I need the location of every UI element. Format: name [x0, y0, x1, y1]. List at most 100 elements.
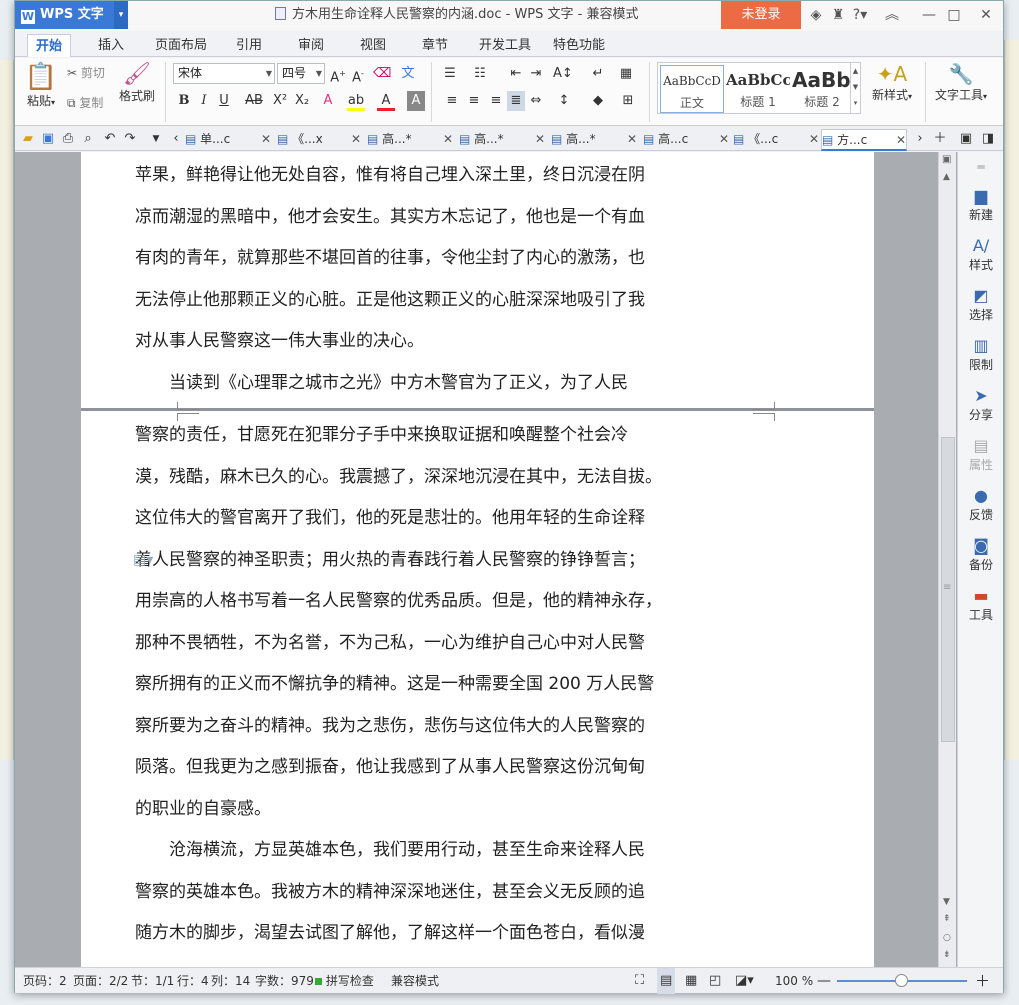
page2-text[interactable]: 警察的责任，甘愿死在犯罪分子手中来换取证据和唤醒整个社会冷 漠，残酷，麻木已久的心… [135, 415, 695, 955]
page1-text[interactable]: 苹果，鲜艳得让他无处自容，惟有将自己埋入深土里，终日沉浸在阴 凉而潮湿的黑暗中，他… [135, 155, 695, 404]
doc-tab-active[interactable]: ▤ 方...c ✕ [821, 129, 907, 151]
side-share[interactable]: ➤ 分享 [958, 386, 1004, 423]
text-line[interactable]: 察所要为之奋斗的精神。我为之悲伤，悲伤与这位伟大的人民警察的 [135, 706, 695, 748]
tab-menu-icon[interactable]: ◨ [979, 129, 997, 149]
qat-dropdown-icon[interactable]: ▼ [147, 129, 165, 149]
clear-format-icon[interactable]: ⌫ [373, 64, 391, 84]
text-line[interactable]: 用崇高的人格书写着一名人民警察的优秀品质。但是，他的精神永存， [135, 581, 695, 623]
align-left-icon[interactable]: ≡ [443, 91, 461, 111]
maximize-button[interactable]: □ [943, 1, 965, 29]
paragraph-handle-icon[interactable]: ▤▾ [133, 552, 153, 568]
justify-icon[interactable]: ≣ [507, 91, 525, 111]
highlight-icon[interactable]: ab [347, 91, 365, 111]
bold-icon[interactable]: B [175, 91, 193, 111]
scroll-up-icon[interactable]: ▲ [943, 172, 950, 182]
text-line[interactable]: 苹果，鲜艳得让他无处自容，惟有将自己埋入深土里，终日沉浸在阴 [135, 155, 695, 197]
web-view-icon[interactable]: ◰ [709, 968, 721, 994]
text-line[interactable]: 那种不畏牺牲，不为名誉，不为己私，一心为维护自己心中对人民警 [135, 623, 695, 665]
undo-icon[interactable]: ↶ [101, 129, 119, 149]
wps-app-menu-button[interactable]: W WPS 文字 ▾ [15, 1, 128, 29]
status-word-count[interactable]: 字数：979 [255, 968, 314, 994]
close-tab-icon[interactable]: ✕ [261, 129, 271, 149]
superscript-icon[interactable]: X² [271, 91, 289, 111]
phonetic-guide-icon[interactable]: 文 [399, 64, 417, 84]
zoom-in-icon[interactable]: ＋ [975, 968, 990, 994]
zoom-out-icon[interactable]: — [817, 968, 831, 994]
border-icon[interactable]: ⊞ [619, 91, 637, 111]
close-tab-icon[interactable]: ✕ [627, 129, 637, 149]
grow-font-icon[interactable]: A+ [329, 64, 347, 85]
paste-button[interactable]: 📋 粘贴▾ [21, 62, 61, 109]
text-line[interactable]: 无法停止他那颗正义的心脏。正是他这颗正义的心脏深深地吸引了我 [135, 280, 695, 322]
text-line[interactable]: 这位伟大的警官离开了我们，他的死是悲壮的。他用年轻的生命诠释 [135, 498, 695, 540]
subscript-icon[interactable]: X₂ [293, 91, 311, 111]
tab-special-features[interactable]: 特色功能 [547, 34, 611, 57]
page-view-icon[interactable]: ▤ [657, 968, 676, 994]
text-effect-icon[interactable]: A [319, 91, 337, 111]
style-heading2[interactable]: AaBb( 标题 2 [792, 65, 852, 113]
new-tab-icon[interactable]: ＋ [931, 129, 949, 149]
fullscreen-icon[interactable]: ⛶ [635, 968, 644, 994]
close-tab-icon[interactable]: ✕ [351, 129, 361, 149]
style-scroll-icon[interactable]: ▲ ▼ ▾ [850, 63, 860, 113]
close-tab-icon[interactable]: ✕ [535, 129, 545, 149]
zoom-level[interactable]: 100 % [775, 968, 813, 994]
split-view-icon[interactable]: ▣ [942, 154, 951, 165]
side-backup[interactable]: ◙ 备份 [958, 536, 1004, 573]
font-color-icon[interactable]: A [377, 91, 395, 111]
next-page-icon[interactable]: ⇟ [943, 950, 951, 960]
panel-collapse-icon[interactable]: ═ [958, 160, 1004, 174]
skin-icon[interactable]: ◈ [805, 1, 827, 29]
text-tools-button[interactable]: 🔧 文字工具▾ [933, 62, 989, 103]
text-line[interactable]: 着人民警察的神圣职责；用火热的青春践行着人民警察的铮铮誓言； [135, 540, 695, 582]
shading-icon[interactable]: ◆ [589, 91, 607, 111]
side-properties[interactable]: ▤ 属性 [958, 436, 1004, 473]
browse-object-icon[interactable]: ○ [943, 933, 951, 943]
font-size-select[interactable]: 四号 ▼ [277, 63, 325, 84]
format-painter-button[interactable]: 🖌 格式刷 [117, 62, 157, 104]
style-heading1[interactable]: AaBbCcI 标题 1 [726, 65, 790, 113]
font-name-select[interactable]: 宋体 ▼ [173, 63, 275, 84]
cut-button[interactable]: ✂ 剪切 [67, 64, 119, 81]
login-button[interactable]: 未登录 [721, 1, 801, 29]
line-spacing-icon[interactable]: ↕ [555, 91, 573, 111]
side-tools[interactable]: ▬ 工具 [958, 586, 1004, 623]
reading-view-icon[interactable]: ◪▾ [735, 968, 754, 994]
new-style-button[interactable]: ✦A 新样式▾ [867, 62, 917, 103]
spell-check-toggle[interactable]: 拼写检查 [315, 968, 374, 994]
tab-view[interactable]: 视图 [351, 34, 395, 57]
tabs-scroll-left-icon[interactable]: ‹ [167, 129, 185, 149]
side-style[interactable]: A/样式 [958, 236, 1004, 273]
show-marks-icon[interactable]: ↵ [589, 64, 607, 84]
increase-indent-icon[interactable]: ⇥ [527, 64, 545, 84]
side-new[interactable]: ▆ 新建 [958, 186, 1004, 223]
underline-icon[interactable]: U [215, 91, 233, 111]
text-line[interactable]: 漠，残酷，麻木已久的心。我震撼了，深深地沉浸在其中，无法自拔。 [135, 457, 695, 499]
redo-icon[interactable]: ↷ [121, 129, 139, 149]
text-line[interactable]: 陨落。但我更为之感到振奋，他让我感到了从事人民警察这份沉甸甸 [135, 747, 695, 789]
print-preview-icon[interactable]: ⌕ [79, 129, 97, 149]
tab-developer[interactable]: 开发工具 [473, 34, 537, 57]
doc-tab[interactable]: ▤ 高...c ✕ [643, 129, 729, 151]
close-tab-icon[interactable]: ✕ [809, 129, 819, 149]
doc-tab[interactable]: ▤ 《...c ✕ [733, 129, 819, 151]
close-button[interactable]: ✕ [975, 1, 997, 29]
text-line[interactable]: 的职业的自豪感。 [135, 789, 695, 831]
shirt-icon[interactable]: ♜ [827, 1, 849, 29]
save-icon[interactable]: ▣ [39, 129, 57, 149]
close-tab-icon[interactable]: ✕ [896, 130, 906, 150]
italic-icon[interactable]: I [195, 91, 213, 111]
doc-tab[interactable]: ▤ 高...* ✕ [459, 129, 545, 151]
align-right-icon[interactable]: ≡ [487, 91, 505, 111]
tab-chapter[interactable]: 章节 [413, 34, 457, 57]
text-line[interactable]: 随方木的脚步，渴望去试图了解他，了解这样一个面色苍白，看似漫 [135, 913, 695, 955]
prev-page-icon[interactable]: ⇞ [943, 914, 951, 924]
doc-tab[interactable]: ▤ 单...c ✕ [185, 129, 271, 151]
numbered-list-icon[interactable]: ☷ [471, 64, 489, 84]
side-restrict[interactable]: ▥ 限制 [958, 336, 1004, 373]
side-feedback[interactable]: ● 反馈 [958, 486, 1004, 523]
strikethrough-icon[interactable]: AB [241, 91, 267, 111]
text-line[interactable]: 对从事人民警察这一伟大事业的决心。 [135, 321, 695, 363]
tab-references[interactable]: 引用 [227, 34, 271, 57]
minimize-button[interactable]: — [918, 1, 940, 29]
